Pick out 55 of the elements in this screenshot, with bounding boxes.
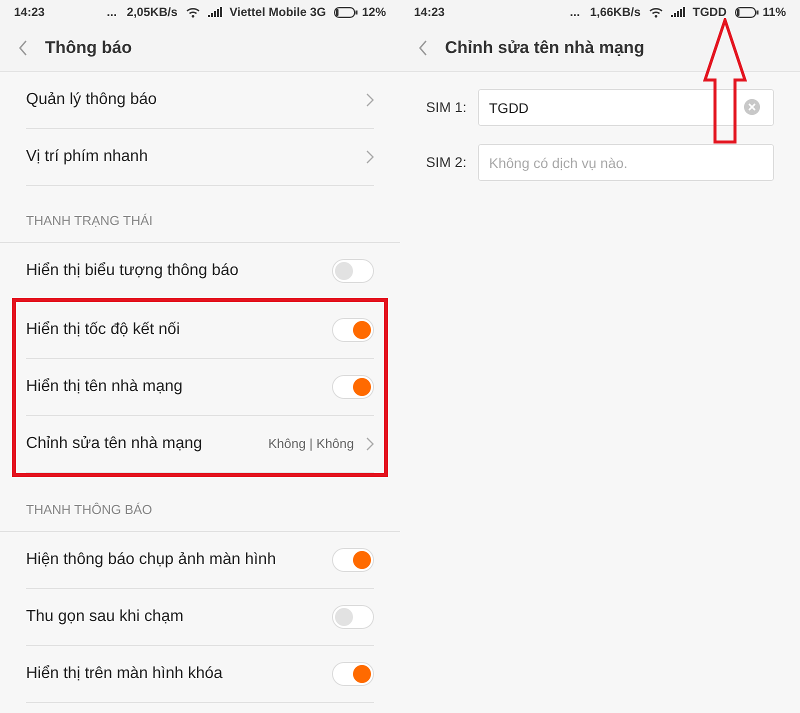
settings-row[interactable]: Quản lý thông báo	[26, 72, 374, 129]
row-label: Vị trí phím nhanh	[26, 147, 149, 167]
network-speed: 2,05KB/s	[126, 4, 178, 21]
sim-label: SIM 1:	[426, 98, 468, 117]
toggle-switch[interactable]	[332, 605, 374, 629]
chevron-icon	[366, 93, 374, 107]
notification-dots: ...	[106, 4, 117, 21]
row-label: Hiện thông báo chụp ảnh màn hình	[26, 550, 277, 570]
section-header: THANH THÔNG BÁO	[26, 500, 152, 518]
toggle-switch[interactable]	[332, 259, 374, 283]
row-value: Không | Không	[268, 435, 354, 454]
row-label: Thu gọn sau khi chạm	[26, 607, 184, 627]
sim-label: SIM 2:	[426, 153, 468, 172]
carrier-name: TGDD	[692, 4, 727, 21]
battery-icon	[734, 6, 759, 18]
wifi-icon	[186, 6, 200, 18]
signal-icon	[670, 7, 685, 17]
settings-row[interactable]: Hiển thị tốc độ kết nối	[26, 302, 374, 359]
settings-row[interactable]: Vị trí phím nhanh	[26, 129, 374, 186]
clear-icon[interactable]	[744, 99, 760, 115]
toggle-switch[interactable]	[332, 375, 374, 399]
row-label: Quản lý thông báo	[26, 90, 158, 110]
chevron-icon	[366, 437, 374, 451]
page-title: Thông báo	[45, 36, 132, 59]
back-icon[interactable]	[418, 40, 428, 56]
settings-row[interactable]: Hiện thông báo chụp ảnh màn hình	[26, 532, 374, 589]
signal-icon	[208, 7, 222, 17]
toggle-switch[interactable]	[332, 662, 374, 686]
row-label: Hiển thị biểu tượng thông báo	[26, 261, 240, 281]
sim-name-field[interactable]: Không có dịch vụ nào.	[478, 144, 774, 181]
battery-icon	[334, 6, 358, 18]
settings-row[interactable]: Thu gọn sau khi chạm	[26, 589, 374, 646]
chevron-icon	[366, 150, 374, 164]
clock-time: 14:23	[14, 4, 45, 21]
row-label: Chỉnh sửa tên nhà mạng	[26, 434, 204, 454]
clock-time: 14:23	[414, 4, 445, 21]
wifi-icon	[648, 6, 663, 18]
section-header: THANH TRẠNG THÁI	[26, 212, 153, 230]
row-label: Hiển thị trên màn hình khóa	[26, 664, 224, 684]
settings-row[interactable]: Hiển thị tên nhà mạng	[26, 359, 374, 416]
row-label: Hiển thị tên nhà mạng	[26, 377, 184, 397]
back-icon[interactable]	[18, 40, 28, 56]
battery-percent: 11%	[762, 4, 786, 21]
carrier-name: Viettel Mobile 3G	[230, 4, 326, 21]
toggle-switch[interactable]	[332, 548, 374, 572]
settings-row[interactable]: Hiển thị trên màn hình khóa	[26, 646, 374, 703]
toggle-switch[interactable]	[332, 318, 374, 342]
page-title: Chỉnh sửa tên nhà mạng	[445, 36, 644, 59]
row-label: Hiển thị tốc độ kết nối	[26, 320, 181, 340]
settings-row[interactable]: Hiển thị biểu tượng thông báo	[26, 243, 374, 300]
settings-row[interactable]: Chỉnh sửa tên nhà mạng Không | Không	[26, 416, 374, 473]
notification-dots: ...	[570, 4, 580, 21]
sim-name-field[interactable]: TGDD	[478, 89, 774, 126]
battery-percent: 12%	[362, 4, 386, 21]
network-speed: 1,66KB/s	[590, 4, 641, 21]
